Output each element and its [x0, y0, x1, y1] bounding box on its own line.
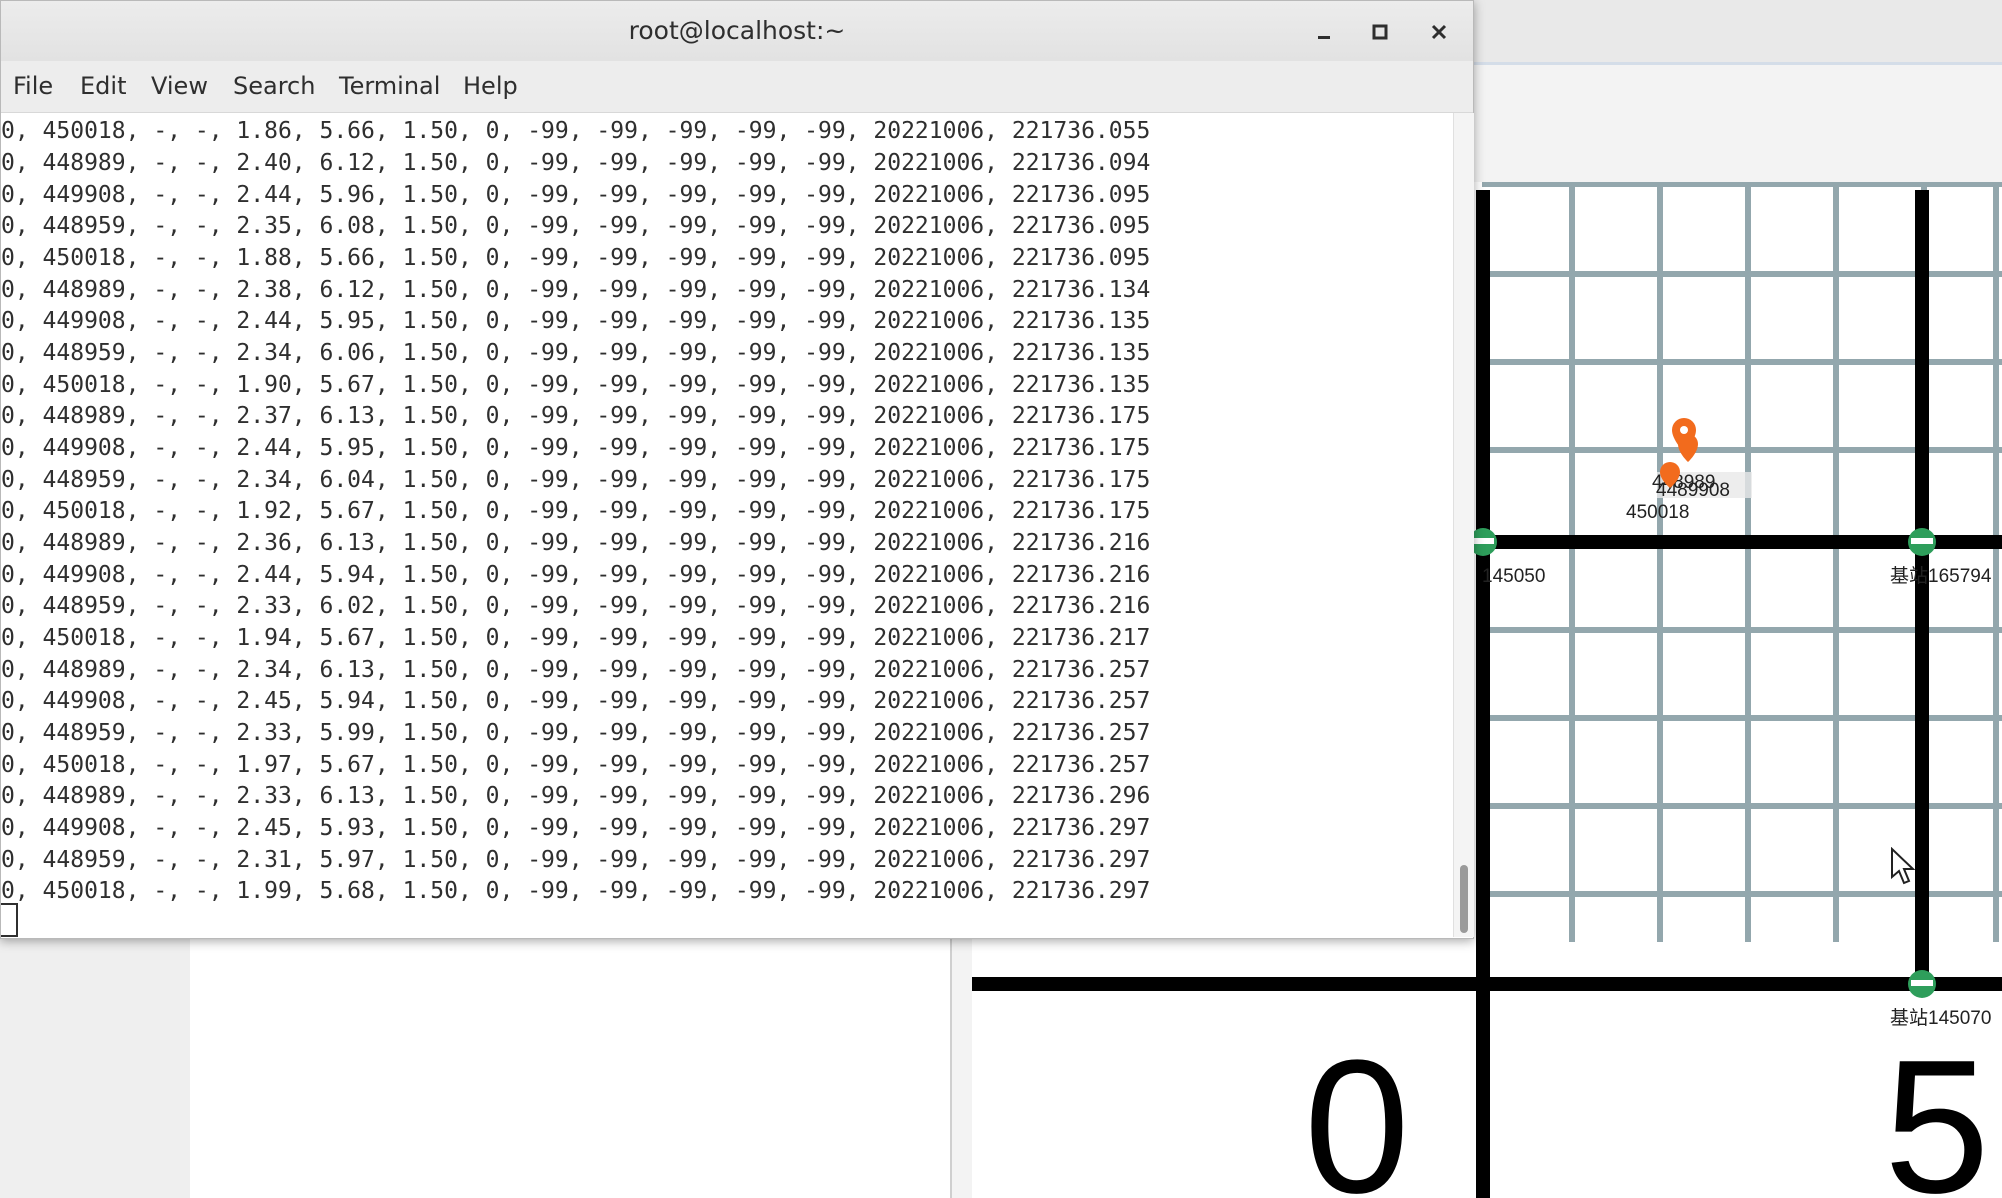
zone-number-right: 5	[1884, 1021, 1990, 1198]
terminal-line: 0, 450018, -, -, 1.99, 5.68, 1.50, 0, -9…	[1, 878, 1151, 904]
terminal-line: 0, 448959, -, -, 2.31, 5.97, 1.50, 0, -9…	[1, 847, 1151, 873]
terminal-scrollbar[interactable]	[1453, 113, 1474, 937]
terminal-line: 0, 449908, -, -, 2.44, 5.95, 1.50, 0, -9…	[1, 308, 1151, 334]
background-middle-panel	[190, 938, 952, 1198]
terminal-line: 0, 448959, -, -, 2.33, 5.99, 1.50, 0, -9…	[1, 720, 1151, 746]
close-icon	[1431, 24, 1447, 40]
tag-label-bottom: 450018	[1626, 502, 1689, 523]
zone-number-left: 0	[1304, 1021, 1410, 1198]
menu-edit[interactable]: Edit	[80, 61, 126, 112]
window-title: root@localhost:~	[628, 16, 846, 45]
anchor-label: 145050	[1482, 566, 1545, 587]
terminal-line: 0, 450018, -, -, 1.86, 5.66, 1.50, 0, -9…	[1, 118, 1151, 144]
terminal-line: 0, 450018, -, -, 1.94, 5.67, 1.50, 0, -9…	[1, 625, 1151, 651]
mouse-pointer-icon	[1891, 847, 1916, 885]
terminal-line: 0, 449908, -, -, 2.44, 5.94, 1.50, 0, -9…	[1, 562, 1151, 588]
terminal-line: 0, 450018, -, -, 1.88, 5.66, 1.50, 0, -9…	[1, 245, 1151, 271]
menu-view[interactable]: View	[151, 61, 208, 112]
menu-terminal[interactable]: Terminal	[339, 61, 440, 112]
terminal-line: 0, 449908, -, -, 2.45, 5.93, 1.50, 0, -9…	[1, 815, 1151, 841]
tag-cluster[interactable]: 448989 4489908 450018	[1626, 418, 1752, 523]
terminal-line: 0, 450018, -, -, 1.90, 5.67, 1.50, 0, -9…	[1, 372, 1151, 398]
scrollbar-thumb[interactable]	[1460, 865, 1468, 933]
maximize-icon	[1372, 24, 1388, 40]
terminal-line: 0, 448989, -, -, 2.38, 6.12, 1.50, 0, -9…	[1, 277, 1151, 303]
menu-bar: File Edit View Search Terminal Help	[1, 61, 1473, 113]
terminal-line: 0, 448989, -, -, 2.33, 6.13, 1.50, 0, -9…	[1, 783, 1151, 809]
terminal-line: 0, 448959, -, -, 2.33, 6.02, 1.50, 0, -9…	[1, 593, 1151, 619]
terminal-line: 0, 450018, -, -, 1.97, 5.67, 1.50, 0, -9…	[1, 752, 1151, 778]
menu-file[interactable]: File	[13, 61, 53, 112]
terminal-line: 0, 449908, -, -, 2.44, 5.96, 1.50, 0, -9…	[1, 182, 1151, 208]
terminal-line: 0, 450018, -, -, 1.92, 5.67, 1.50, 0, -9…	[1, 498, 1151, 524]
terminal-window[interactable]: root@localhost:~ File Edit View Search T…	[0, 0, 1474, 939]
terminal-line: 0, 448989, -, -, 2.36, 6.13, 1.50, 0, -9…	[1, 530, 1151, 556]
terminal-line: 0, 448989, -, -, 2.40, 6.12, 1.50, 0, -9…	[1, 150, 1151, 176]
background-toolbar	[1470, 0, 2002, 65]
anchor-label: 基站165794	[1890, 565, 1992, 587]
terminal-line: 0, 448959, -, -, 2.35, 6.08, 1.50, 0, -9…	[1, 213, 1151, 239]
terminal-line: 0, 448989, -, -, 2.37, 6.13, 1.50, 0, -9…	[1, 403, 1151, 429]
title-bar[interactable]: root@localhost:~	[1, 1, 1473, 62]
terminal-output[interactable]: 0, 450018, -, -, 1.86, 5.66, 1.50, 0, -9…	[1, 113, 1453, 937]
menu-help[interactable]: Help	[463, 61, 518, 112]
background-left-panel	[0, 938, 192, 1198]
maximize-button[interactable]	[1363, 15, 1397, 49]
terminal-line: 0, 449908, -, -, 2.44, 5.95, 1.50, 0, -9…	[1, 435, 1151, 461]
menu-search[interactable]: Search	[233, 61, 315, 112]
terminal-line: 0, 449908, -, -, 2.45, 5.94, 1.50, 0, -9…	[1, 688, 1151, 714]
minimize-button[interactable]	[1307, 15, 1341, 49]
minimize-icon	[1318, 36, 1330, 39]
close-button[interactable]	[1422, 15, 1456, 49]
terminal-line: 0, 448959, -, -, 2.34, 6.06, 1.50, 0, -9…	[1, 340, 1151, 366]
terminal-line: 0, 448989, -, -, 2.34, 6.13, 1.50, 0, -9…	[1, 657, 1151, 683]
terminal-line: 0, 448959, -, -, 2.34, 6.04, 1.50, 0, -9…	[1, 467, 1151, 493]
terminal-cursor	[1, 903, 18, 937]
